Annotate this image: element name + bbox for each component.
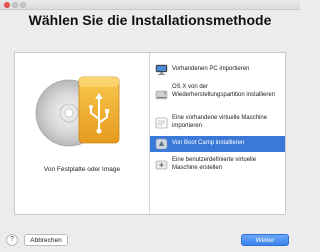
pc-import-icon: [155, 64, 168, 75]
zoom-window-button[interactable]: [20, 2, 26, 8]
custom-vm-icon: [155, 160, 168, 170]
option-import-pc[interactable]: Vorhandenen PC importieren: [150, 61, 285, 79]
page-title: Wählen Sie die Installationsmethode: [28, 12, 272, 28]
cancel-button[interactable]: Abbrechen: [24, 234, 68, 246]
option-boot-camp[interactable]: Von Boot Camp installieren: [150, 136, 285, 152]
minimize-window-button[interactable]: [12, 2, 18, 8]
install-method-panel: Von Festplatte oder Image Vorhandenen PC…: [14, 52, 286, 215]
vm-import-icon: [155, 117, 168, 129]
install-options-list: Vorhandenen PC importieren OS X von der …: [150, 53, 285, 214]
disk-drive-icon: [155, 90, 168, 100]
next-button[interactable]: Weiter: [241, 234, 289, 246]
disk-image-option[interactable]: Von Festplatte oder Image: [15, 53, 149, 214]
help-button[interactable]: ?: [6, 234, 18, 246]
option-install-recovery[interactable]: OS X von der Wiederherstellungspartition…: [150, 81, 285, 110]
bottom-bar: ? Abbrechen Weiter: [0, 226, 300, 252]
option-import-vm[interactable]: Eine vorhandene virtuelle Maschine impor…: [150, 112, 285, 134]
disk-image-label: Von Festplatte oder Image: [43, 166, 121, 173]
close-window-button[interactable]: [4, 2, 10, 8]
boot-camp-icon: [155, 138, 168, 150]
disc-usb-drive-icon: [35, 76, 120, 147]
title-bar: [0, 0, 300, 10]
option-custom-vm[interactable]: Eine benutzerdefinierte virtuelle Maschi…: [150, 154, 285, 176]
